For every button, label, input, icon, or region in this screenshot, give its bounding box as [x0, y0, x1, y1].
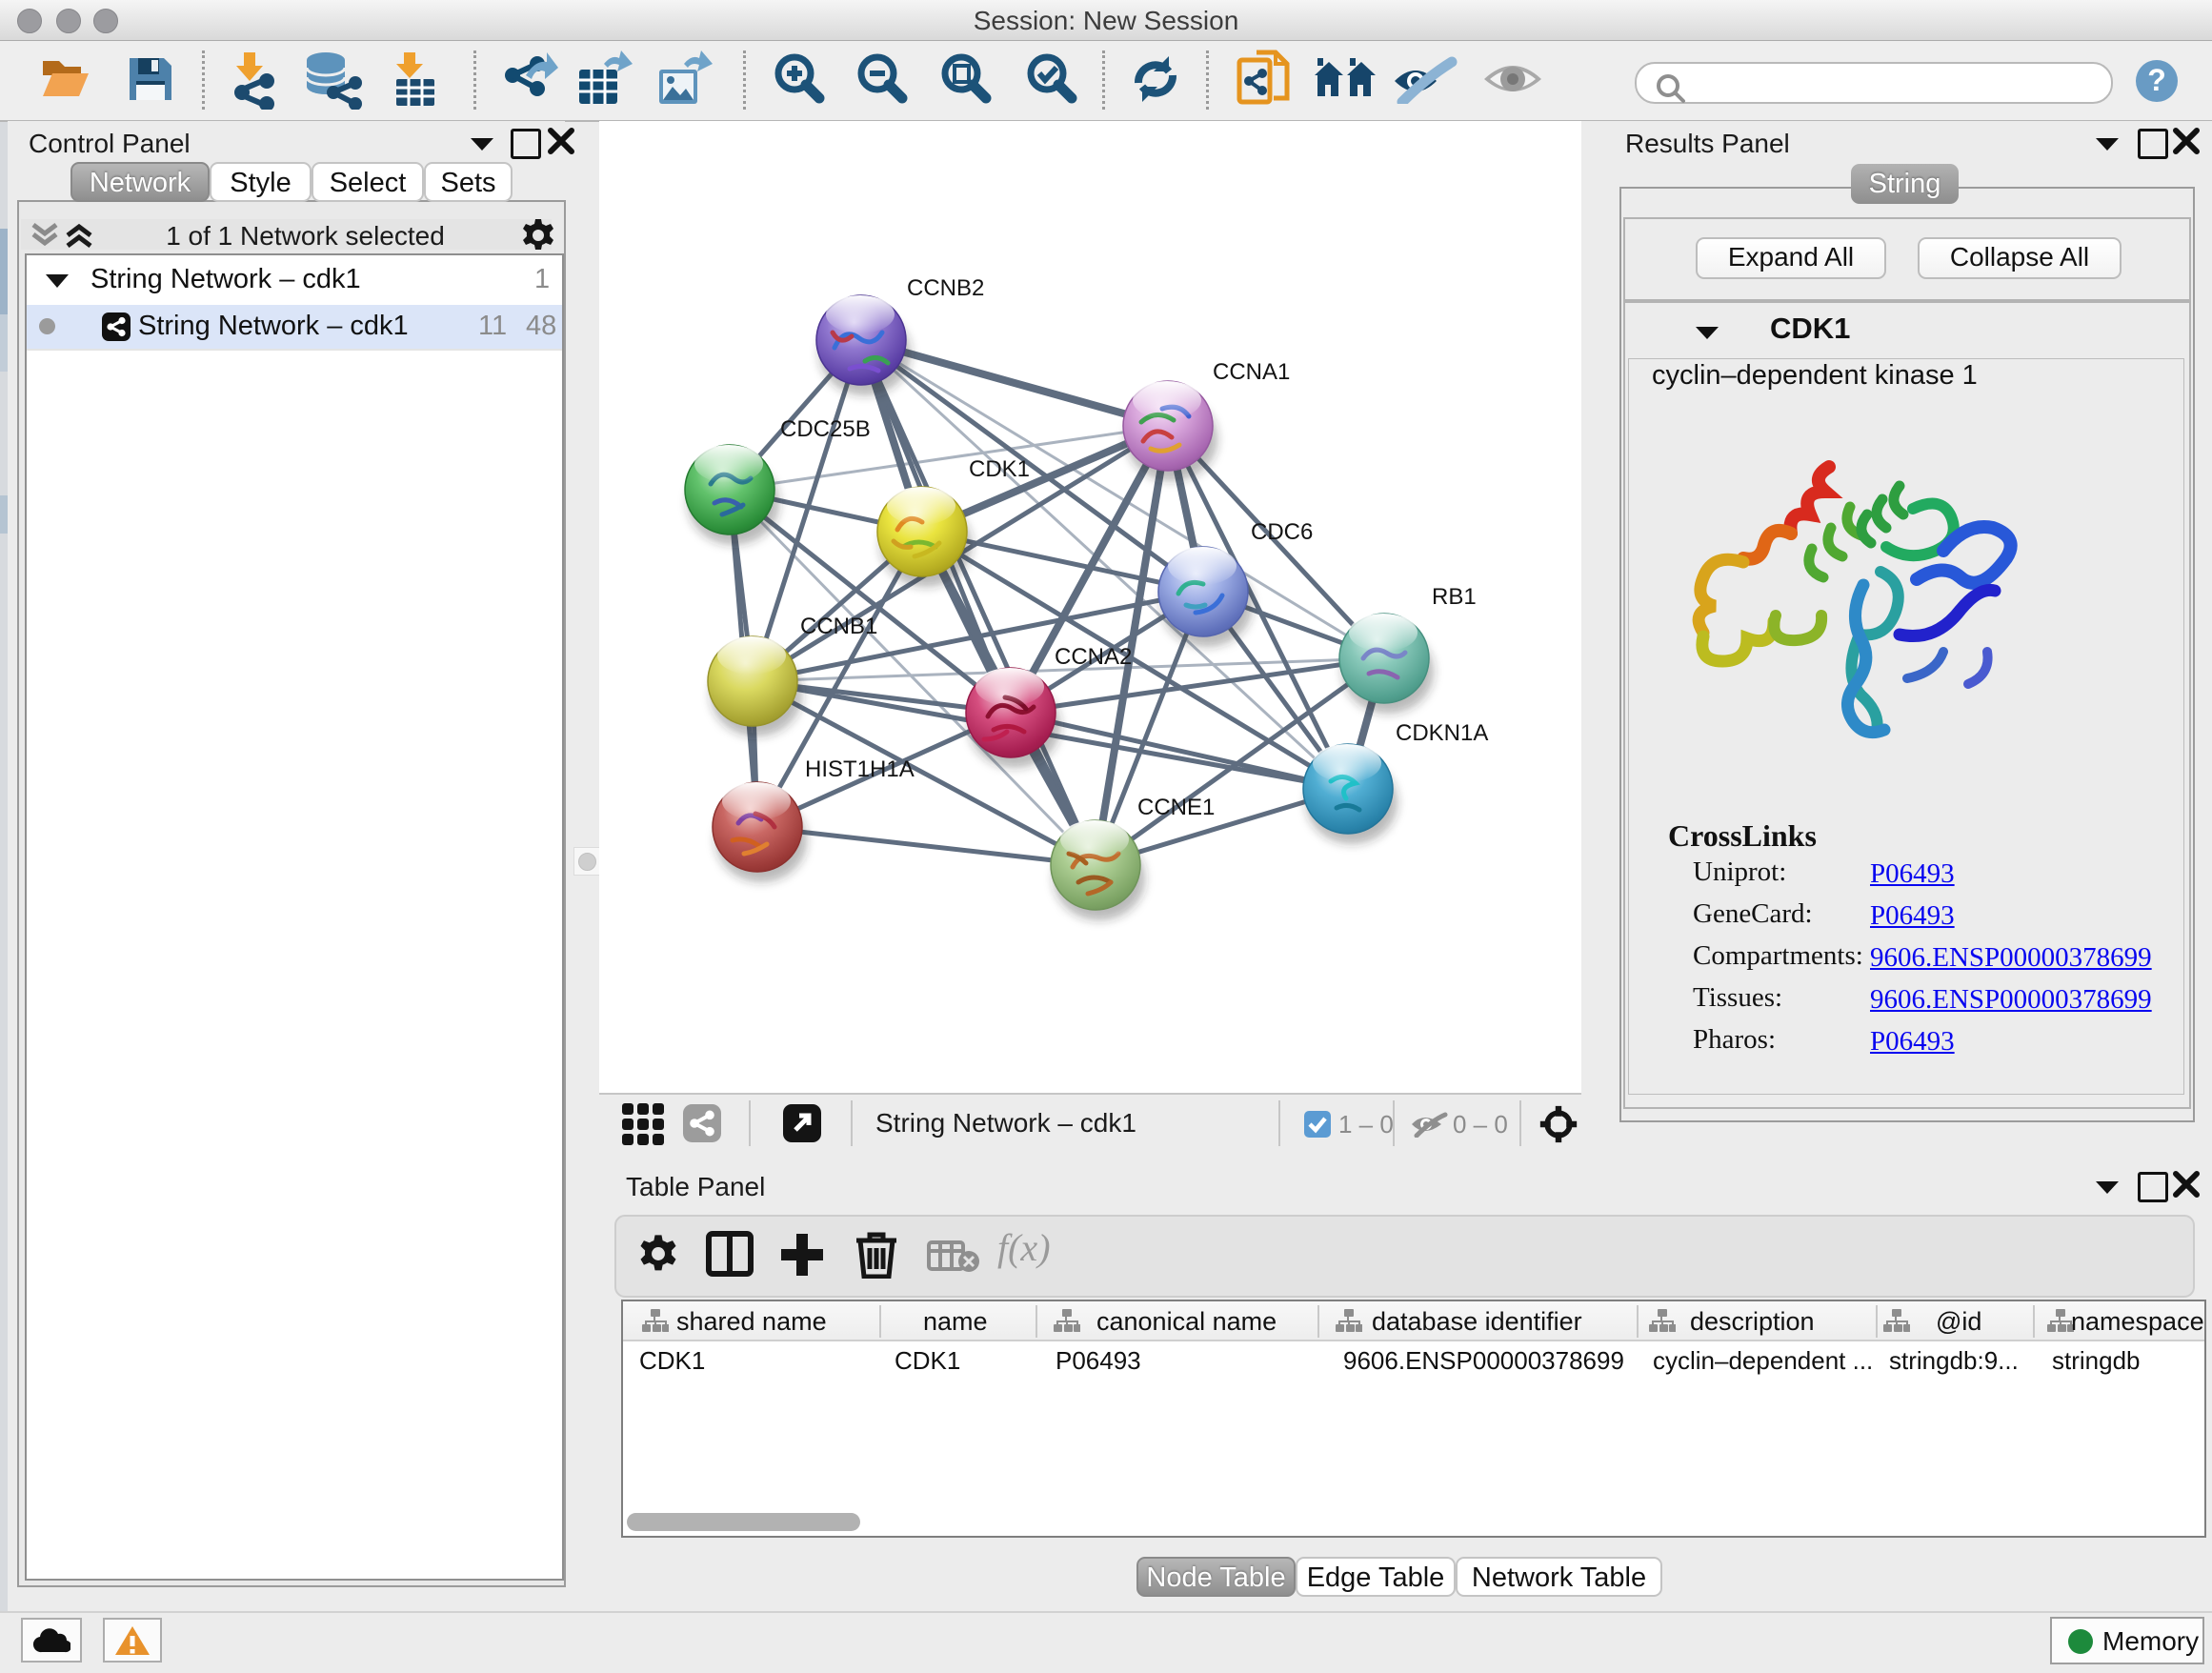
- svg-text:CCNB1: CCNB1: [800, 614, 877, 639]
- svg-text:?: ?: [2147, 63, 2166, 97]
- svg-text:CCNB2: CCNB2: [907, 275, 984, 301]
- svg-text:CDC25B: CDC25B: [780, 416, 871, 442]
- svg-text:CCNE1: CCNE1: [1137, 795, 1215, 820]
- svg-text:CCNA2: CCNA2: [1055, 644, 1132, 670]
- svg-text:HIST1H1A: HIST1H1A: [805, 756, 915, 782]
- svg-text:CCNA1: CCNA1: [1213, 359, 1290, 385]
- svg-text:CDK1: CDK1: [969, 456, 1030, 482]
- svg-text:CDKN1A: CDKN1A: [1396, 720, 1488, 746]
- svg-text:RB1: RB1: [1432, 584, 1477, 610]
- svg-text:CDC6: CDC6: [1251, 519, 1313, 545]
